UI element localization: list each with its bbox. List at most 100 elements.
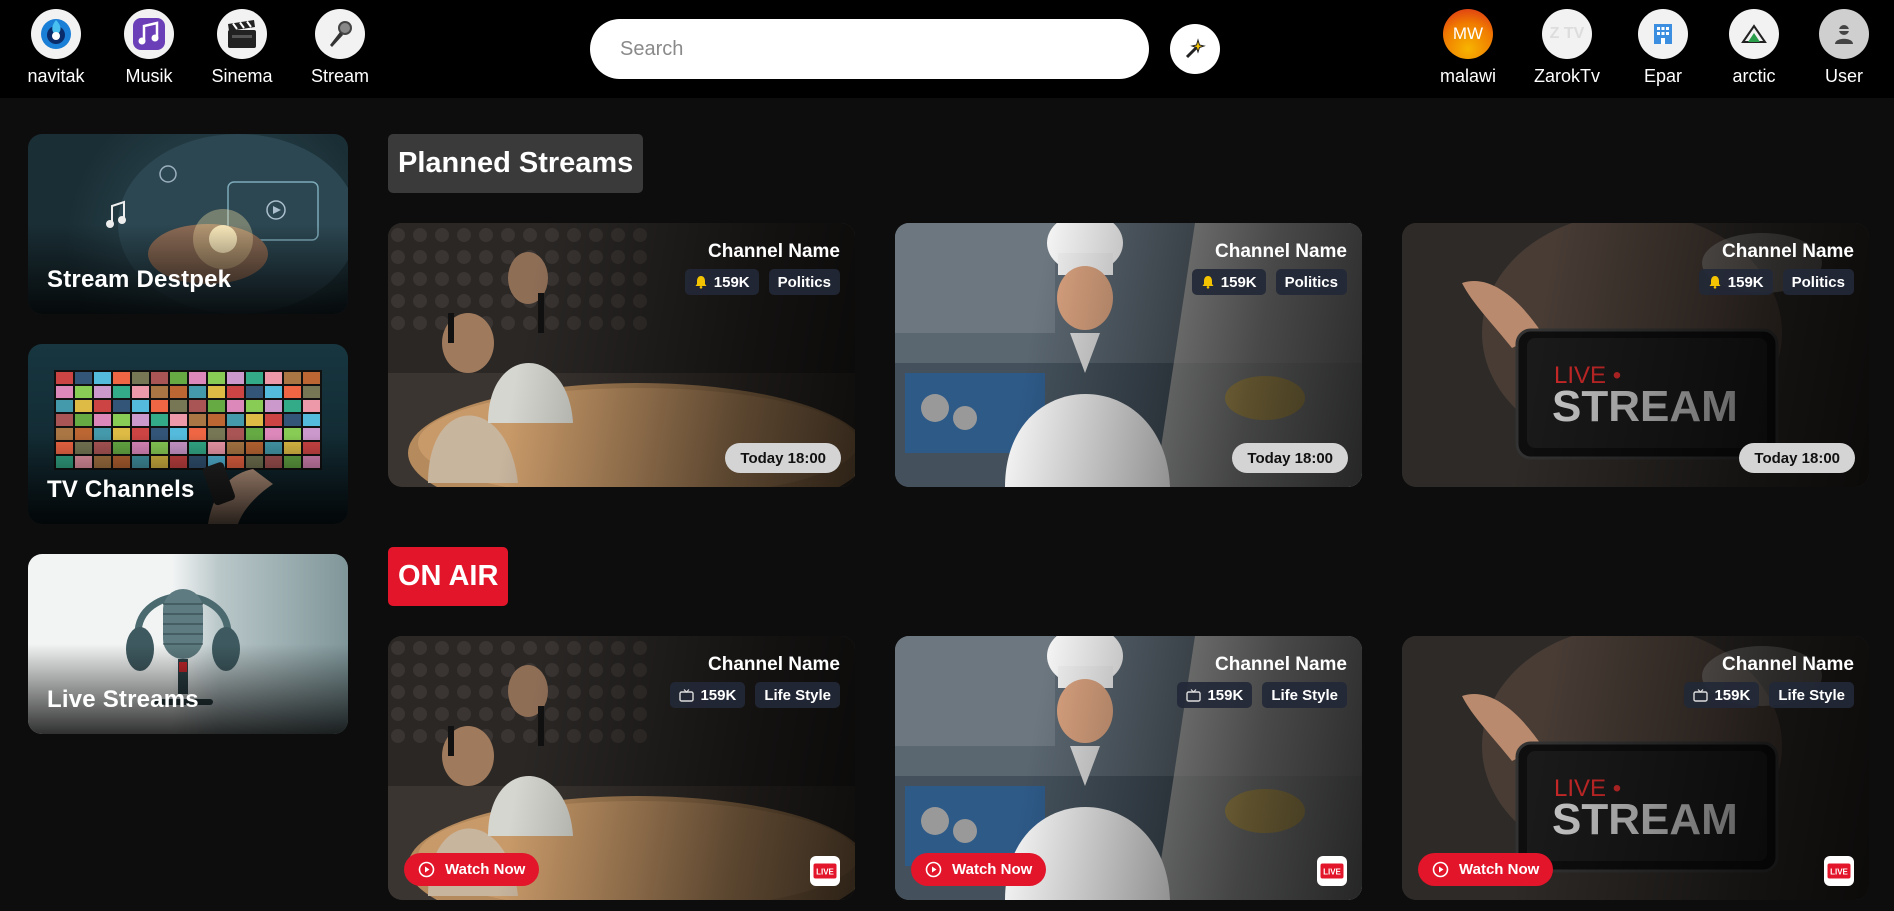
mountain-icon <box>1729 9 1779 59</box>
top-bar: navitak Musik Sinema Stream MW malawi Z … <box>0 0 1894 98</box>
watch-now-button[interactable]: Watch Now <box>404 853 540 886</box>
app-label: ZarokTv <box>1533 66 1600 86</box>
app-label: Stream <box>310 66 370 86</box>
sidebar-item-label: TV Channels <box>47 476 195 503</box>
live-badge-icon: LIVE <box>1824 856 1854 886</box>
malawi-logo-icon: MW <box>1443 9 1493 59</box>
count-value: 159K <box>1220 273 1257 291</box>
category-chip[interactable]: Politics <box>1782 269 1854 295</box>
watch-now-label: Watch Now <box>1459 861 1540 878</box>
category-chip[interactable]: Politics <box>768 269 840 295</box>
watch-now-button[interactable]: Watch Now <box>911 853 1047 886</box>
bell-icon <box>695 276 707 289</box>
app-label: User <box>1824 66 1863 86</box>
category-chip[interactable]: Politics <box>1275 269 1347 295</box>
app-malawi[interactable]: MW malawi <box>1423 9 1513 87</box>
malawi-logo-text: MW <box>1452 24 1484 43</box>
card-chips: 159K Life Style <box>1177 682 1347 708</box>
card-chips: 159K Life Style <box>670 682 840 708</box>
zaroktv-logo-icon: Z TV <box>1542 9 1592 59</box>
music-note-icon <box>124 9 174 59</box>
sidebar-item-stream-destpek[interactable]: Stream Destpek <box>28 134 348 314</box>
watch-now-button[interactable]: Watch Now <box>1418 853 1554 886</box>
app-sinema[interactable]: Sinema <box>197 9 287 87</box>
app-label: navitak <box>27 66 85 86</box>
watch-now-label: Watch Now <box>445 861 526 878</box>
category-label: Life Style <box>1271 686 1338 704</box>
on-air-stream-card[interactable]: LIVE •STREAMChannel Name159KLife StyleWa… <box>1402 636 1869 900</box>
user-avatar-icon <box>1819 9 1869 59</box>
count-chip: 159K <box>1698 269 1773 295</box>
building-icon <box>1638 9 1688 59</box>
channel-name: Channel Name <box>1722 241 1854 262</box>
live-badge-icon: LIVE <box>810 856 840 886</box>
channel-name: Channel Name <box>1215 241 1347 262</box>
count-chip: 159K <box>1177 682 1253 708</box>
live-badge-icon: LIVE <box>1317 856 1347 886</box>
count-chip: 159K <box>670 682 746 708</box>
count-chip: 159K <box>1684 682 1760 708</box>
app-user[interactable]: User <box>1799 9 1889 87</box>
schedule-time-badge: Today 18:00 <box>1232 443 1348 473</box>
sidebar-item-label: Stream Destpek <box>47 266 232 293</box>
category-label: Politics <box>1284 273 1338 291</box>
sidebar-item-tv-channels[interactable]: TV Channels <box>28 344 348 524</box>
category-chip[interactable]: Life Style <box>1769 682 1854 708</box>
count-chip: 159K <box>684 269 759 295</box>
planned-stream-card[interactable]: LIVE •STREAMChannel Name159KPoliticsToda… <box>1402 223 1869 487</box>
sparkle-wand-button[interactable] <box>1170 24 1220 74</box>
play-circle-icon <box>418 861 435 878</box>
live-badge-text: LIVE <box>816 868 834 877</box>
on-air-stream-card[interactable]: Channel Name 159K Life Style Watch Now LIVE <box>895 636 1362 900</box>
category-label: Politics <box>1791 273 1845 291</box>
section-title-planned-streams: Planned Streams <box>388 134 644 193</box>
live-badge-text: LIVE <box>1323 868 1341 877</box>
clapperboard-icon <box>217 9 267 59</box>
app-label: malawi <box>1439 66 1496 86</box>
section-title-on-air: ON AIR <box>388 547 509 606</box>
channel-name: Channel Name <box>708 654 840 675</box>
category-label: Life Style <box>1778 686 1845 704</box>
app-label: arctic <box>1732 66 1776 86</box>
count-value: 159K <box>713 273 750 291</box>
sidebar-item-label: Live Streams <box>47 686 199 713</box>
on-air-stream-card[interactable]: Channel Name 159K Life Style Watch Now LIVE <box>388 636 855 900</box>
app-label: Epar <box>1643 66 1683 86</box>
microphone-icon <box>315 9 365 59</box>
tv-icon <box>1186 688 1202 702</box>
count-value: 159K <box>1727 273 1764 291</box>
count-value: 159K <box>700 686 737 704</box>
app-label: Musik <box>125 66 173 86</box>
card-chips: 159K Politics <box>684 269 840 295</box>
app-label: Sinema <box>211 66 273 86</box>
schedule-time-badge: Today 18:00 <box>1739 443 1855 473</box>
app-navitak[interactable]: navitak <box>11 9 101 87</box>
sidebar-item-live-streams[interactable]: Live Streams <box>28 554 348 734</box>
planned-stream-card[interactable]: Channel Name 159K Politics Today 18:00 <box>388 223 855 487</box>
app-musik[interactable]: Musik <box>104 9 194 87</box>
planned-stream-card[interactable]: Channel Name 159K Politics Today 18:00 <box>895 223 1362 487</box>
count-value: 159K <box>1714 686 1751 704</box>
app-stream[interactable]: Stream <box>295 9 385 87</box>
category-chip[interactable]: Life Style <box>1262 682 1347 708</box>
channel-name: Channel Name <box>1215 654 1347 675</box>
count-value: 159K <box>1207 686 1244 704</box>
live-badge-text: LIVE <box>1830 868 1848 877</box>
card-chips: 159K Life Style <box>1684 682 1854 708</box>
app-zaroktv[interactable]: Z TV ZarokTv <box>1522 9 1612 87</box>
sparkle-wand-icon <box>1185 38 1206 59</box>
app-epar[interactable]: Epar <box>1618 9 1708 87</box>
tv-icon <box>679 688 695 702</box>
bell-icon <box>1709 276 1721 289</box>
card-chips: 159K Politics <box>1698 269 1854 295</box>
tv-icon <box>1693 688 1709 702</box>
category-chip[interactable]: Life Style <box>755 682 840 708</box>
app-arctic[interactable]: arctic <box>1709 9 1799 87</box>
card-chips: 159K Politics <box>1191 269 1347 295</box>
search-input[interactable] <box>590 19 1149 79</box>
schedule-time-badge: Today 18:00 <box>725 443 841 473</box>
channel-name: Channel Name <box>708 241 840 262</box>
bell-icon <box>1202 276 1214 289</box>
category-label: Life Style <box>764 686 831 704</box>
navitak-logo-icon <box>31 9 81 59</box>
